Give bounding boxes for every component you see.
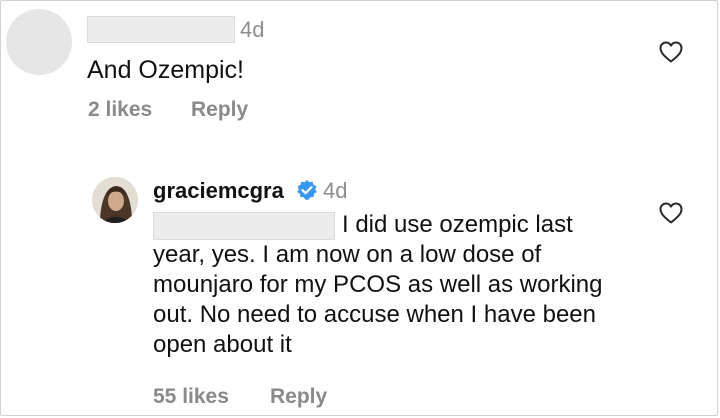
avatar[interactable] (92, 177, 138, 223)
avatar[interactable] (6, 9, 72, 75)
reply-button[interactable]: Reply (270, 385, 327, 409)
likes-count[interactable]: 55 likes (153, 385, 229, 409)
verified-badge-icon (297, 180, 317, 200)
comment-text: And Ozempic! (87, 56, 245, 84)
comment-timestamp: 4d (323, 178, 348, 203)
comment-text-block: I did use ozempic last year, yes. I am n… (153, 210, 623, 360)
comment-text: I did use ozempic last year, yes. I am n… (153, 211, 603, 358)
avatar-photo (92, 177, 138, 223)
redacted-username (87, 16, 235, 43)
comment-timestamp: 4d (240, 17, 265, 42)
heart-outline-icon[interactable] (659, 41, 683, 63)
likes-count[interactable]: 2 likes (88, 98, 152, 122)
heart-outline-icon[interactable] (659, 202, 683, 224)
reply-button[interactable]: Reply (191, 98, 248, 122)
username[interactable]: graciemcgra (153, 178, 284, 204)
